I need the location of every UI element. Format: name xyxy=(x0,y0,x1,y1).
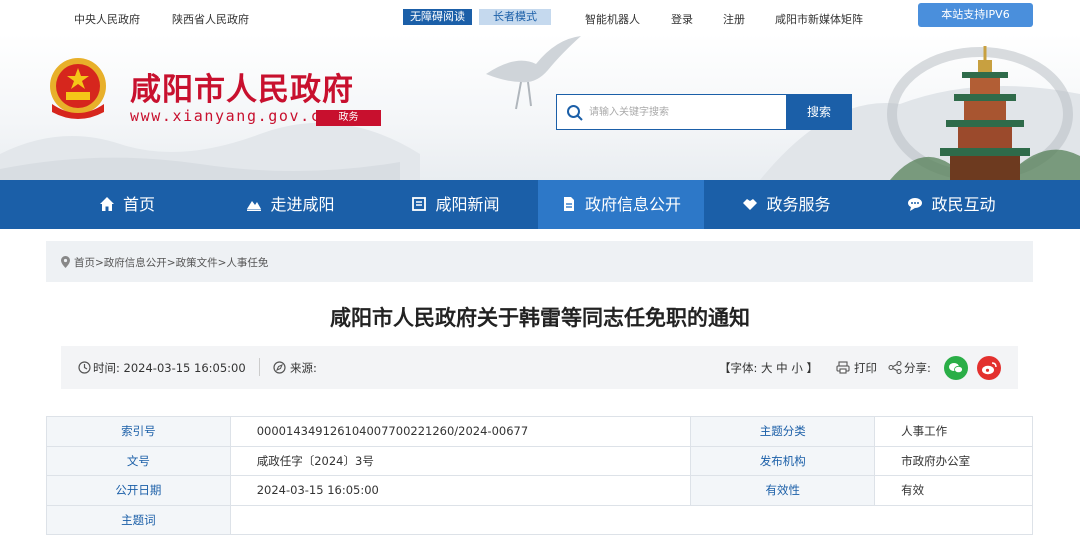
nav-gov-info[interactable]: 政府信息公开 xyxy=(538,180,704,229)
subject-words-label: 主题词 xyxy=(46,504,231,535)
nav-home-label: 首页 xyxy=(122,195,155,214)
top-bar: 中央人民政府 陕西省人民政府 无障碍阅读 长者模式 智能机器人 登录 注册 咸阳… xyxy=(0,0,1080,34)
robot-link[interactable]: 智能机器人 xyxy=(585,11,640,27)
location-pin-icon xyxy=(61,256,70,268)
breadcrumb: 首页>政府信息公开>政策文件>人事任免 xyxy=(46,241,1033,282)
main-nav: 首页 走进咸阳 咸阳新闻 政府信息公开 政务服务 政民互动 xyxy=(0,180,1080,229)
ipv6-badge[interactable]: 本站支持IPV6 xyxy=(918,3,1033,27)
table-row: 索引号 000014349126104007700221260/2024-006… xyxy=(46,416,1033,447)
nav-news-label: 咸阳新闻 xyxy=(435,195,500,214)
weibo-share-icon[interactable] xyxy=(977,356,1001,380)
home-icon xyxy=(99,197,114,211)
nav-services[interactable]: 政务服务 xyxy=(704,180,869,229)
breadcrumb-text[interactable]: 首页>政府信息公开>政策文件>人事任免 xyxy=(74,255,268,270)
link-provincial-government[interactable]: 陕西省人民政府 xyxy=(172,11,249,27)
site-url: www.xianyang.gov.cn xyxy=(130,107,332,125)
topic-category-value: 人事工作 xyxy=(874,416,1033,447)
chat-icon xyxy=(908,198,923,211)
validity-value: 有效 xyxy=(874,475,1033,506)
header-banner: 咸阳市人民政府 www.xianyang.gov.cn 政务 搜索 xyxy=(0,34,1080,180)
document-number-value: 咸政任字〔2024〕3号 xyxy=(229,445,692,476)
index-number-label: 索引号 xyxy=(46,416,231,447)
topic-category-label: 主题分类 xyxy=(690,416,876,447)
font-size-control[interactable]: 【字体: 大 中 小 】 xyxy=(719,360,818,376)
link-central-government[interactable]: 中央人民政府 xyxy=(74,11,140,27)
site-tag: 政务 xyxy=(316,110,381,126)
table-row: 文号 咸政任字〔2024〕3号 发布机构 市政府办公室 xyxy=(46,445,1033,476)
handshake-icon xyxy=(743,199,758,210)
site-title[interactable]: 咸阳市人民政府 xyxy=(130,64,354,109)
register-link[interactable]: 注册 xyxy=(723,11,745,27)
nav-news[interactable]: 咸阳新闻 xyxy=(373,180,538,229)
nav-interaction[interactable]: 政民互动 xyxy=(869,180,1034,229)
article-title: 咸阳市人民政府关于韩雷等同志任免职的通知 xyxy=(330,306,750,330)
issuing-agency-label: 发布机构 xyxy=(690,445,876,476)
meta-divider xyxy=(259,358,260,376)
elder-mode-button[interactable]: 长者模式 xyxy=(479,9,551,25)
print-button[interactable]: 打印 xyxy=(854,360,877,376)
nav-home[interactable]: 首页 xyxy=(46,180,208,229)
validity-label: 有效性 xyxy=(690,475,876,506)
publish-date-label: 公开日期 xyxy=(46,475,231,506)
table-row: 主题词 xyxy=(46,504,1034,535)
subject-words-value xyxy=(229,504,1034,535)
national-emblem-icon xyxy=(50,58,106,119)
clock-icon xyxy=(78,361,91,374)
nav-gov-info-label: 政府信息公开 xyxy=(584,195,681,214)
document-info-table: 索引号 000014349126104007700221260/2024-006… xyxy=(46,416,1034,535)
index-number-value: 000014349126104007700221260/2024-00677 xyxy=(229,416,692,447)
print-icon[interactable] xyxy=(836,361,850,374)
article-meta-bar: 时间: 2024-03-15 16:05:00 来源: 【字体: 大 中 小 】… xyxy=(61,346,1018,389)
pagoda-icon xyxy=(890,46,1080,180)
document-number-label: 文号 xyxy=(46,445,231,476)
table-row: 公开日期 2024-03-15 16:05:00 有效性 有效 xyxy=(46,475,1033,506)
publish-date-value: 2024-03-15 16:05:00 xyxy=(229,475,692,506)
nav-services-label: 政务服务 xyxy=(766,195,831,214)
nav-about-label: 走进咸阳 xyxy=(270,195,335,214)
share-icon xyxy=(888,361,902,374)
media-matrix-link[interactable]: 咸阳市新媒体矩阵 xyxy=(775,11,863,27)
compass-icon xyxy=(273,361,286,374)
search-input[interactable] xyxy=(589,103,779,121)
search-icon xyxy=(567,105,583,121)
search-button[interactable]: 搜索 xyxy=(786,94,852,130)
login-link[interactable]: 登录 xyxy=(671,11,693,27)
news-icon xyxy=(412,197,427,211)
share-label: 分享: xyxy=(904,361,931,375)
document-icon xyxy=(563,197,574,211)
nav-interaction-label: 政民互动 xyxy=(931,195,996,214)
search-box xyxy=(556,94,787,130)
publish-time: 时间: 2024-03-15 16:05:00 xyxy=(93,361,246,375)
issuing-agency-value: 市政府办公室 xyxy=(874,445,1033,476)
nav-about-xianyang[interactable]: 走进咸阳 xyxy=(208,180,373,229)
mountain-icon xyxy=(247,201,262,211)
article-source: 来源: xyxy=(290,361,317,375)
accessible-read-button[interactable]: 无障碍阅读 xyxy=(403,9,472,25)
wechat-share-icon[interactable] xyxy=(944,356,968,380)
